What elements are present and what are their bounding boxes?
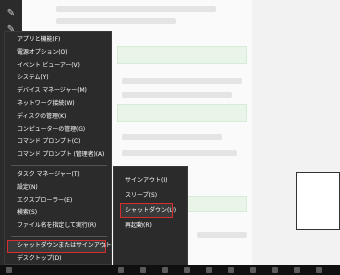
menu-item-apps-features[interactable]: アプリと機能(F) bbox=[5, 34, 111, 47]
menu-item-command-prompt[interactable]: コマンド プロンプト(C) bbox=[5, 136, 111, 149]
menu-item-event-viewer[interactable]: イベント ビューアー(V) bbox=[5, 60, 111, 73]
taskbar-app-icon[interactable] bbox=[316, 267, 322, 273]
shutdown-submenu: サインアウト(I) スリープ(S) シャットダウン(U) 再起動(R) bbox=[113, 166, 188, 266]
taskbar-app-icon[interactable] bbox=[118, 267, 124, 273]
menu-item-device-manager[interactable]: デバイス マネージャー(M) bbox=[5, 85, 111, 98]
submenu-item-restart[interactable]: 再起動(R) bbox=[114, 218, 187, 233]
taskbar-app-icon[interactable] bbox=[162, 267, 168, 273]
menu-separator bbox=[11, 235, 107, 237]
menu-item-desktop[interactable]: デスクトップ(D) bbox=[5, 253, 111, 266]
submenu-item-sleep[interactable]: スリープ(S) bbox=[114, 188, 187, 203]
taskbar-app-icon[interactable] bbox=[206, 267, 212, 273]
menu-item-command-prompt-admin[interactable]: コマンド プロンプト (管理者)(A) bbox=[5, 149, 111, 162]
menu-separator bbox=[11, 164, 107, 166]
menu-item-computer-management[interactable]: コンピューターの管理(G) bbox=[5, 124, 111, 137]
taskbar-app-icon[interactable] bbox=[140, 267, 146, 273]
menu-item-system[interactable]: システム(Y) bbox=[5, 72, 111, 85]
menu-item-power-options[interactable]: 電源オプション(O) bbox=[5, 47, 111, 60]
menu-item-settings[interactable]: 設定(N) bbox=[5, 182, 111, 195]
submenu-item-shutdown[interactable]: シャットダウン(U) bbox=[120, 203, 176, 218]
menu-item-network-connections[interactable]: ネットワーク接続(W) bbox=[5, 98, 111, 111]
menu-item-disk-management[interactable]: ディスクの管理(K) bbox=[5, 111, 111, 124]
taskbar-app-icon[interactable] bbox=[250, 267, 256, 273]
start-icon[interactable] bbox=[6, 267, 12, 273]
taskbar-app-icon[interactable] bbox=[184, 267, 190, 273]
chevron-right-icon: › bbox=[103, 241, 106, 250]
taskbar bbox=[0, 265, 340, 275]
taskbar-app-icon[interactable] bbox=[294, 267, 300, 273]
menu-item-explorer[interactable]: エクスプローラー(E) bbox=[5, 195, 111, 208]
menu-item-run[interactable]: ファイル名を指定して実行(R) bbox=[5, 220, 111, 233]
submenu-item-signout[interactable]: サインアウト(I) bbox=[114, 173, 187, 188]
taskbar-app-icon[interactable] bbox=[272, 267, 278, 273]
menu-item-search[interactable]: 検索(S) bbox=[5, 207, 111, 220]
winx-context-menu: アプリと機能(F) 電源オプション(O) イベント ビューアー(V) システム(… bbox=[4, 31, 120, 266]
taskbar-app-icon[interactable] bbox=[228, 267, 234, 273]
pin-icon: ✎ bbox=[6, 8, 16, 19]
menu-item-task-manager[interactable]: タスク マネージャー(T) bbox=[5, 169, 111, 182]
menu-item-shutdown-signout[interactable]: シャットダウンまたはサインアウト(U) › bbox=[7, 239, 120, 253]
background-frame bbox=[296, 172, 340, 230]
